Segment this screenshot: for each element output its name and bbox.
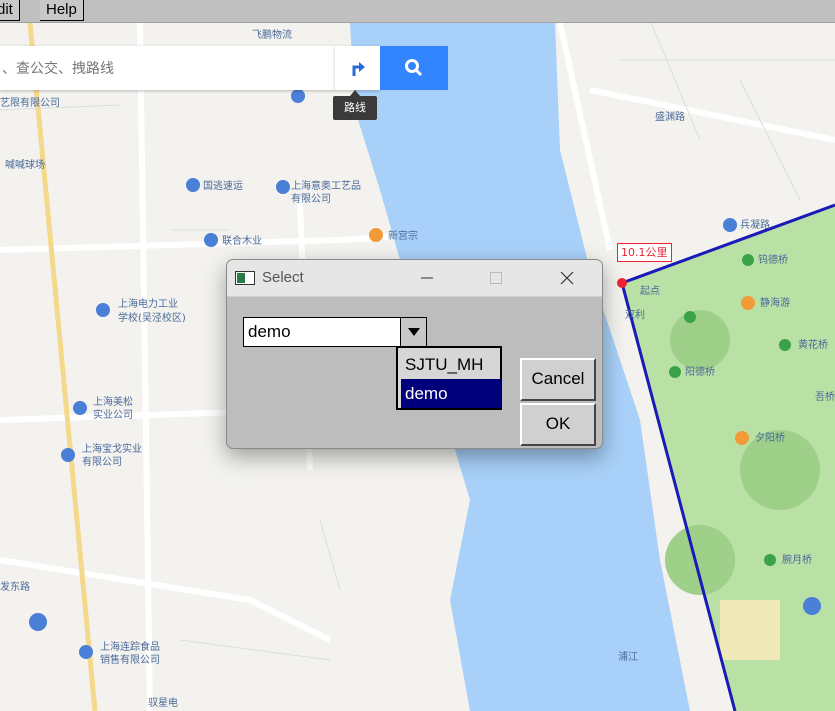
distance-label: 10.1公里 (617, 243, 672, 262)
ok-button[interactable]: OK (520, 403, 596, 446)
minimize-button[interactable] (404, 260, 450, 296)
close-button[interactable] (544, 260, 590, 296)
combobox-dropdown-button[interactable] (400, 318, 426, 346)
svg-text:黄花桥: 黄花桥 (798, 338, 828, 351)
menu-edit[interactable]: dit (0, 0, 20, 21)
svg-text:有限公司: 有限公司 (82, 455, 122, 468)
svg-text:钨德桥: 钨德桥 (758, 253, 788, 266)
maximize-icon (490, 272, 502, 284)
chevron-down-icon (407, 328, 420, 336)
svg-text:国逃速运: 国逃速运 (203, 179, 243, 192)
maximize-button[interactable] (473, 260, 519, 296)
svg-text:夕阳桥: 夕阳桥 (755, 432, 785, 444)
search-button[interactable] (380, 46, 448, 90)
dialog-title: Select (262, 269, 304, 286)
svg-text:飞鹏物流: 飞鹏物流 (252, 28, 292, 41)
svg-text:阳德桥: 阳德桥 (685, 365, 715, 378)
close-icon (560, 271, 574, 285)
search-icon (405, 59, 423, 77)
route-arrow-icon (352, 62, 365, 76)
svg-text:上海意奥工艺品: 上海意奥工艺品 (291, 179, 361, 192)
cancel-button[interactable]: Cancel (520, 358, 596, 401)
svg-text:吾桥: 吾桥 (815, 391, 835, 403)
svg-text:上海连踪食品: 上海连踪食品 (100, 640, 160, 653)
search-input[interactable] (0, 46, 334, 92)
svg-text:喊喊球场: 喊喊球场 (5, 158, 45, 171)
option-demo[interactable]: demo (401, 379, 501, 408)
route-tooltip: 路线 (333, 90, 377, 120)
option-sjtu-mh[interactable]: SJTU_MH (401, 350, 501, 379)
svg-text:静海游: 静海游 (760, 296, 790, 309)
select-dialog: Select demo SJTU_MH demo Cancel OK (226, 259, 603, 449)
svg-text:销售有限公司: 销售有限公司 (100, 653, 160, 666)
svg-text:盛渊路: 盛渊路 (655, 110, 685, 123)
svg-text:腕月桥: 腕月桥 (782, 553, 812, 566)
menu-help[interactable]: Help (40, 0, 84, 21)
dialog-titlebar[interactable]: Select (227, 260, 602, 297)
profile-combobox[interactable]: demo (243, 317, 427, 347)
svg-text:浦江: 浦江 (618, 650, 638, 663)
combobox-value: demo (248, 322, 291, 341)
svg-text:上海宝戈实业: 上海宝戈实业 (82, 442, 142, 455)
svg-text:联合木业: 联合木业 (222, 234, 262, 247)
svg-text:有限公司: 有限公司 (291, 192, 331, 205)
svg-text:实业公司: 实业公司 (93, 408, 133, 421)
svg-text:兵凝路: 兵凝路 (740, 218, 770, 231)
svg-text:上海美松: 上海美松 (93, 395, 133, 408)
svg-text:艺限有限公司: 艺限有限公司 (0, 96, 60, 109)
menubar: dit Help (0, 0, 835, 23)
svg-text:起点: 起点 (640, 285, 660, 297)
svg-text:上海电力工业: 上海电力工业 (118, 297, 178, 310)
svg-text:驭星电: 驭星电 (148, 696, 178, 709)
svg-text:发东路: 发东路 (0, 580, 30, 593)
svg-text:新宫宗: 新宫宗 (388, 229, 418, 242)
combobox-dropdown-list: SJTU_MH demo (396, 346, 502, 410)
search-box (0, 46, 335, 92)
window-icon (235, 271, 255, 285)
route-button[interactable] (335, 46, 380, 90)
minimize-icon (421, 277, 433, 279)
svg-text:学校(吴泾校区): 学校(吴泾校区) (118, 311, 186, 324)
svg-text:双利: 双利 (625, 309, 645, 321)
